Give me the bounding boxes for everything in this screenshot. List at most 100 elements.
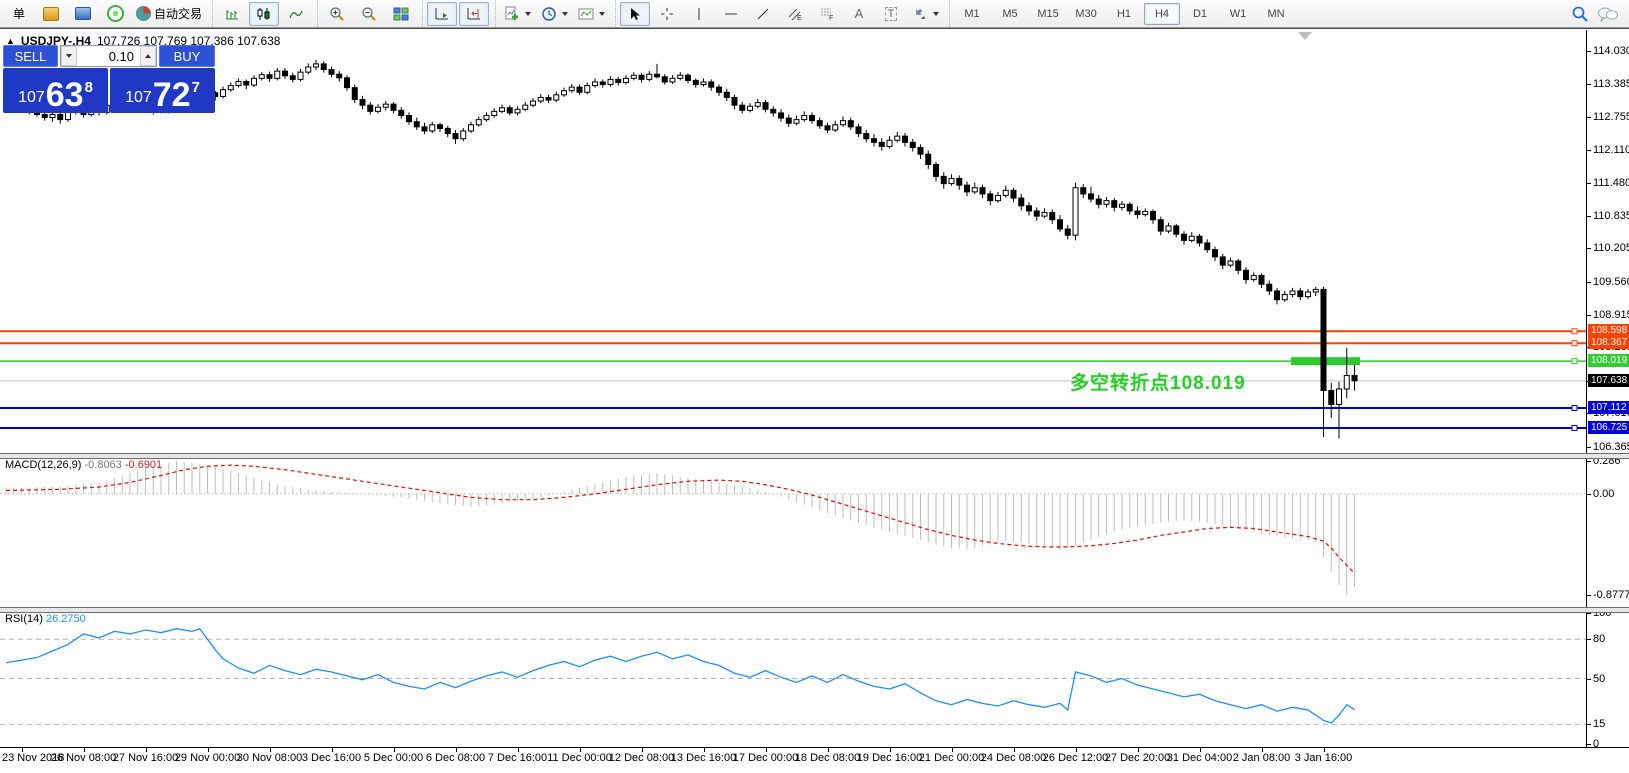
timeframe-button-mn[interactable]: MN	[1258, 3, 1294, 25]
hline-handle[interactable]	[1571, 340, 1578, 347]
pivot-annotation-text[interactable]: 多空转折点108.019	[1070, 368, 1246, 395]
candle-body	[847, 120, 854, 128]
community-chat-icon[interactable]	[1597, 6, 1619, 22]
candle-body	[320, 63, 327, 71]
candle-body	[1126, 203, 1133, 212]
volume-up-button[interactable]	[140, 46, 156, 66]
volume-input[interactable]: 0.10	[77, 46, 140, 66]
equidistant-channel-button[interactable]: E	[780, 2, 810, 26]
sell-price-display[interactable]: 107 63 8	[3, 68, 108, 113]
candle-body	[933, 164, 939, 177]
hline-handle[interactable]	[1571, 358, 1578, 365]
crosshair-button[interactable]	[652, 2, 682, 26]
templates-caret-icon	[599, 11, 606, 16]
zoom-out-button[interactable]	[354, 2, 384, 26]
sell-button[interactable]: SELL	[3, 45, 58, 67]
rsi-tick-label: 50	[1593, 672, 1606, 685]
candle-body	[1150, 210, 1156, 221]
price-scale[interactable]: 114.030 113.385 112.755 112.110 111.480 110.8…	[1586, 30, 1629, 750]
search-icon[interactable]	[1571, 5, 1589, 23]
candle-body	[1103, 200, 1110, 205]
text-button[interactable]: A	[844, 2, 874, 26]
timeframe-button-d1[interactable]: D1	[1182, 3, 1218, 25]
fibonacci-button[interactable]: F	[812, 2, 842, 26]
buy-price-display[interactable]: 107 72 7	[110, 68, 215, 113]
cursor-button[interactable]	[620, 1, 651, 26]
time-label: 26 Dec 12:00	[1042, 752, 1109, 764]
candle-body	[1243, 269, 1249, 281]
zoom-in-button[interactable]	[322, 2, 352, 26]
metaeditor-icon[interactable]	[36, 2, 66, 26]
candle-body	[1328, 390, 1335, 405]
timeframe-button-w1[interactable]: W1	[1220, 3, 1256, 25]
rsi-tick-mark	[1587, 613, 1591, 614]
candle-body	[1088, 193, 1094, 200]
candle-body	[971, 187, 978, 193]
candle-body	[871, 138, 877, 143]
candle-body	[506, 107, 513, 114]
rsi-line	[5, 627, 1355, 724]
chart-shift-button[interactable]	[459, 1, 490, 26]
candle-body	[251, 77, 257, 86]
volume-down-button[interactable]	[61, 46, 77, 66]
text-label-button[interactable]: T	[876, 2, 906, 26]
candle-body	[220, 89, 226, 97]
hline-handle[interactable]	[1571, 404, 1578, 411]
rsi-splitter[interactable]	[0, 607, 1629, 613]
line-chart-mode-button[interactable]	[281, 2, 311, 26]
auto-scroll-button[interactable]	[427, 1, 458, 26]
candle-body	[1080, 187, 1087, 195]
autotrading-button[interactable]: 自动交易	[132, 2, 206, 26]
candle-body	[956, 177, 963, 186]
time-label: 12 Dec 08:00	[608, 752, 675, 764]
timeframe-button-m5[interactable]: M5	[992, 3, 1028, 25]
indicators-button[interactable]	[500, 2, 535, 26]
price-tick-label: 109.560	[1593, 275, 1629, 288]
main-chart-plot[interactable]	[0, 30, 1586, 453]
rsi-plot[interactable]	[0, 611, 1586, 747]
timeframe-button-m15[interactable]: M15	[1030, 3, 1066, 25]
signals-button[interactable]	[100, 2, 130, 26]
signal-rings-icon	[106, 5, 124, 22]
timeframe-button-h4[interactable]: H4	[1144, 2, 1181, 25]
time-axis[interactable]: 23 Nov 2018 26 Nov 08:00 27 Nov 16:00 29 No…	[0, 747, 1629, 773]
candle-body	[917, 146, 924, 155]
macd-plot[interactable]	[0, 457, 1586, 607]
candle-body	[964, 184, 970, 193]
macd-splitter[interactable]	[0, 453, 1629, 459]
trendline-button[interactable]	[748, 2, 778, 26]
arrows-button[interactable]	[908, 2, 943, 26]
time-label: 3 Dec 16:00	[301, 752, 362, 764]
candle-body	[1351, 375, 1358, 382]
hline-handle[interactable]	[1571, 424, 1578, 431]
timeframe-button-h1[interactable]: H1	[1106, 3, 1142, 25]
tile-windows-button[interactable]	[386, 2, 416, 26]
zoom-out-icon	[362, 6, 376, 21]
candle-body	[359, 99, 366, 106]
candle-body	[692, 79, 699, 86]
buy-button[interactable]: BUY	[159, 45, 215, 67]
price-tick-label: 110.835	[1593, 209, 1629, 222]
rsi-value: 26.2750	[45, 613, 86, 625]
timeframe-button-m1[interactable]: M1	[954, 3, 990, 25]
candle-body	[235, 80, 242, 87]
candle-body	[584, 85, 591, 93]
bar-chart-mode-button[interactable]	[217, 2, 247, 26]
candle-body	[1212, 249, 1218, 258]
candlestick-mode-button[interactable]	[249, 1, 280, 26]
chart-shift-marker-icon[interactable]	[1298, 32, 1312, 40]
time-label: 30 Nov 08:00	[236, 752, 303, 764]
price-tick-mark	[1587, 281, 1591, 283]
new-order-button[interactable]: 单	[4, 2, 34, 26]
candle-body	[1235, 260, 1242, 271]
hline-price-label: 107.112	[1588, 400, 1629, 414]
templates-button[interactable]	[574, 2, 609, 26]
candle-body	[1297, 290, 1304, 298]
strategy-tester-button[interactable]	[68, 2, 98, 26]
timeframe-button-m30[interactable]: M30	[1068, 3, 1104, 25]
hline-handle[interactable]	[1571, 328, 1578, 335]
vertical-line-button[interactable]	[684, 2, 714, 26]
tester-screen-icon	[75, 7, 91, 20]
horizontal-line-button[interactable]	[716, 2, 746, 26]
periods-button[interactable]	[537, 2, 572, 26]
